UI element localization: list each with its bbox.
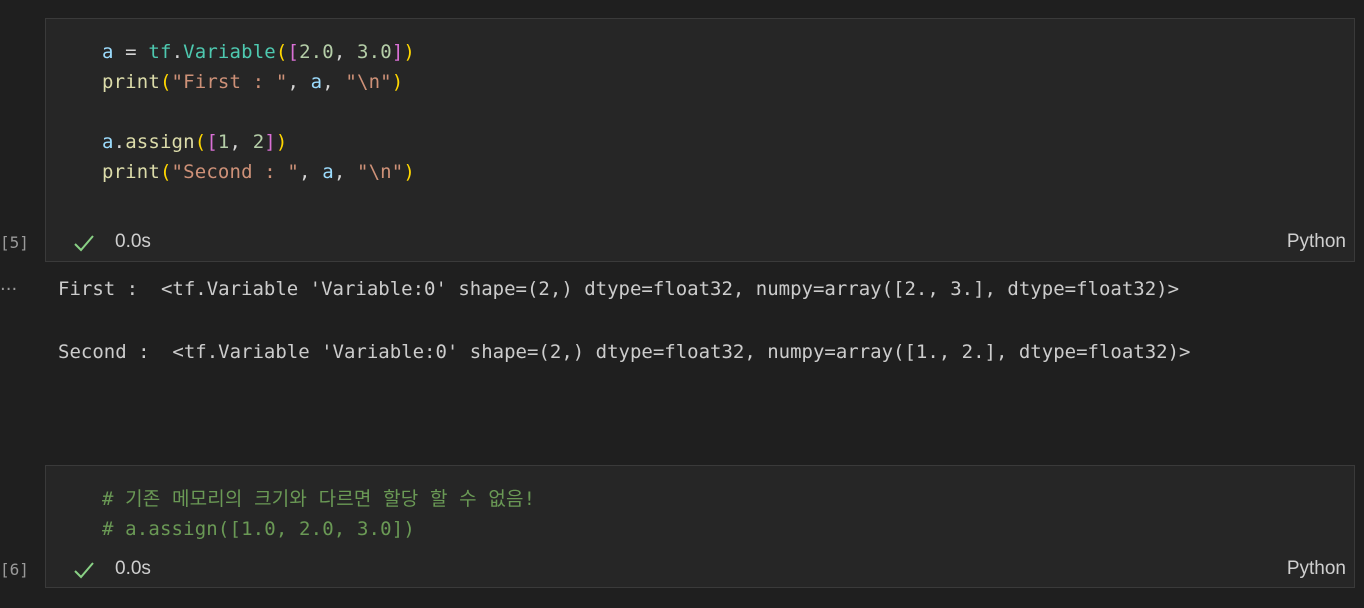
code-token: ) <box>391 71 404 93</box>
code-token: = <box>113 41 149 63</box>
code-line[interactable]: a.assign([1, 2]) <box>102 127 287 157</box>
code-token: 3.0 <box>357 41 392 63</box>
language-selector[interactable]: Python <box>1287 558 1346 580</box>
code-token: 2.0 <box>299 41 334 63</box>
ellipsis-icon[interactable]: ··· <box>0 279 17 300</box>
output-line: First : <tf.Variable 'Variable:0' shape=… <box>58 278 1180 300</box>
code-token: ( <box>275 41 288 63</box>
code-token: . <box>113 131 126 153</box>
code-token: "First : " <box>171 71 288 93</box>
code-token: , <box>287 71 311 93</box>
code-line[interactable]: print("First : ", a, "\n") <box>102 67 403 97</box>
code-token: a <box>322 161 334 183</box>
code-token: tf <box>148 41 172 63</box>
language-selector[interactable]: Python <box>1287 231 1346 253</box>
code-token: ) <box>403 161 415 183</box>
code-line[interactable]: print("Second : ", a, "\n") <box>102 157 415 187</box>
code-cell[interactable]: a = tf.Variable([2.0, 3.0]) print("First… <box>45 18 1355 262</box>
code-token: a <box>102 41 114 63</box>
code-token: [ <box>287 41 300 63</box>
code-token: assign <box>125 131 195 153</box>
code-token: ( <box>159 71 172 93</box>
output-line: Second : <tf.Variable 'Variable:0' shape… <box>58 341 1191 363</box>
code-comment-line[interactable]: # 기존 메모리의 크기와 다르면 할당 할 수 없음! <box>102 484 535 514</box>
code-token: 1 <box>217 131 230 153</box>
code-token: Variable <box>183 41 276 63</box>
code-token: , <box>333 161 357 183</box>
code-token: "\n" <box>357 161 404 183</box>
execution-count: [5] <box>0 233 29 252</box>
check-icon <box>74 562 94 579</box>
code-token: , <box>229 131 253 153</box>
code-token: ] <box>264 131 276 153</box>
code-token: a <box>102 131 114 153</box>
code-token: ] <box>391 41 404 63</box>
code-token: ) <box>275 131 288 153</box>
code-token: , <box>299 161 323 183</box>
code-token: ( <box>159 161 172 183</box>
check-icon <box>74 235 94 252</box>
code-token: print <box>102 161 160 183</box>
code-token: , <box>322 71 346 93</box>
execution-duration: 0.0s <box>115 558 151 579</box>
code-cell[interactable]: # 기존 메모리의 크기와 다르면 할당 할 수 없음! # a.assign(… <box>45 465 1355 588</box>
code-token: ( <box>194 131 207 153</box>
execution-duration: 0.0s <box>115 231 151 252</box>
code-token: a <box>310 71 323 93</box>
code-token: . <box>171 41 184 63</box>
code-token: print <box>102 71 160 93</box>
code-line[interactable]: a = tf.Variable([2.0, 3.0]) <box>102 37 415 67</box>
code-comment-line[interactable]: # a.assign([1.0, 2.0, 3.0]) <box>102 514 415 544</box>
code-token: ) <box>403 41 415 63</box>
code-token: 2 <box>252 131 265 153</box>
code-token: , <box>333 41 358 63</box>
execution-count: [6] <box>0 560 29 579</box>
code-token: "\n" <box>345 71 392 93</box>
code-token: [ <box>206 131 218 153</box>
code-token: "Second : " <box>171 161 300 183</box>
